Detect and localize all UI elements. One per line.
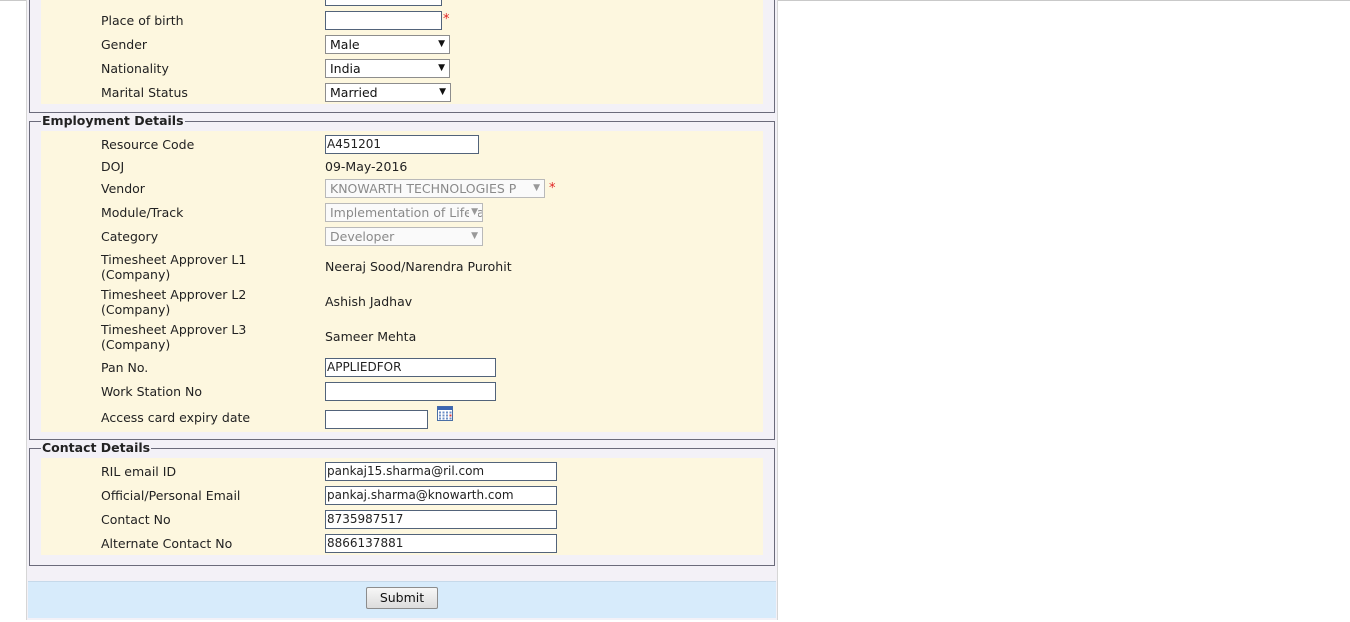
nationality-label: Nationality — [101, 61, 169, 76]
nationality-value: India — [330, 61, 361, 76]
marital-status-value: Married — [330, 85, 378, 100]
chevron-down-icon: ▼ — [438, 39, 445, 49]
module-track-select[interactable]: Implementation of Lifera ▼ — [325, 203, 483, 222]
gender-label: Gender — [101, 37, 148, 52]
module-track-label: Module/Track — [101, 205, 184, 220]
approver-l1-label: Timesheet Approver L1 — [101, 252, 247, 267]
category-value: Developer — [330, 229, 395, 244]
submit-button[interactable]: Submit — [366, 587, 438, 609]
chevron-down-icon: ▼ — [439, 87, 446, 97]
pan-label: Pan No. — [101, 360, 149, 375]
approver-l3-value: Sameer Mehta — [325, 329, 417, 344]
employment-details-legend: Employment Details — [41, 113, 185, 128]
approver-l1-value: Neeraj Sood/Narendra Purohit — [325, 259, 512, 274]
gender-value: Male — [330, 37, 360, 52]
gender-select[interactable]: Male ▼ — [325, 35, 450, 54]
contact-no-input[interactable]: 8735987517 — [325, 510, 557, 529]
doj-value: 09-May-2016 — [325, 159, 408, 174]
chevron-down-icon: ▼ — [469, 228, 478, 245]
official-email-input[interactable]: pankaj.sharma@knowarth.com — [325, 486, 557, 505]
module-track-value: Implementation of Lifera — [330, 205, 483, 220]
alt-contact-no-input[interactable]: 8866137881 — [325, 534, 557, 553]
vendor-label: Vendor — [101, 181, 145, 196]
previous-field-input[interactable] — [325, 0, 442, 6]
contact-no-label: Contact No — [101, 512, 171, 527]
workstation-label: Work Station No — [101, 384, 203, 399]
resource-code-label: Resource Code — [101, 137, 195, 152]
chevron-down-icon: ▼ — [469, 204, 478, 221]
access-card-expiry-input[interactable] — [325, 410, 428, 429]
required-marker: * — [549, 181, 556, 196]
approver-l2-sublabel: (Company) — [101, 302, 171, 317]
approver-l3-label: Timesheet Approver L3 — [101, 322, 247, 337]
calendar-icon[interactable] — [437, 406, 453, 421]
category-select[interactable]: Developer ▼ — [325, 227, 483, 246]
pan-input[interactable]: APPLIEDFOR — [325, 358, 496, 377]
ril-email-input[interactable]: pankaj15.sharma@ril.com — [325, 462, 557, 481]
vendor-value: KNOWARTH TECHNOLOGIES P — [330, 181, 517, 196]
chevron-down-icon: ▼ — [438, 63, 445, 73]
approver-l2-value: Ashish Jadhav — [325, 294, 413, 309]
place-of-birth-label: Place of birth — [101, 13, 184, 28]
official-email-label: Official/Personal Email — [101, 488, 241, 503]
approver-l2-label: Timesheet Approver L2 — [101, 287, 247, 302]
resource-code-input[interactable]: A451201 — [325, 135, 479, 154]
chevron-down-icon: ▼ — [531, 180, 540, 197]
required-marker: * — [443, 12, 450, 27]
vendor-select[interactable]: KNOWARTH TECHNOLOGIES P ▼ — [325, 179, 545, 198]
approver-l3-sublabel: (Company) — [101, 337, 171, 352]
access-card-expiry-label: Access card expiry date — [101, 410, 251, 425]
ril-email-label: RIL email ID — [101, 464, 177, 479]
alt-contact-no-label: Alternate Contact No — [101, 536, 233, 551]
contact-details-legend: Contact Details — [41, 440, 152, 455]
place-of-birth-input[interactable] — [325, 11, 442, 30]
doj-label: DOJ — [101, 159, 125, 174]
marital-status-label: Marital Status — [101, 85, 188, 100]
marital-status-select[interactable]: Married ▼ — [325, 83, 451, 102]
workstation-input[interactable] — [325, 382, 496, 401]
category-label: Category — [101, 229, 159, 244]
approver-l1-sublabel: (Company) — [101, 267, 171, 282]
nationality-select[interactable]: India ▼ — [325, 59, 450, 78]
